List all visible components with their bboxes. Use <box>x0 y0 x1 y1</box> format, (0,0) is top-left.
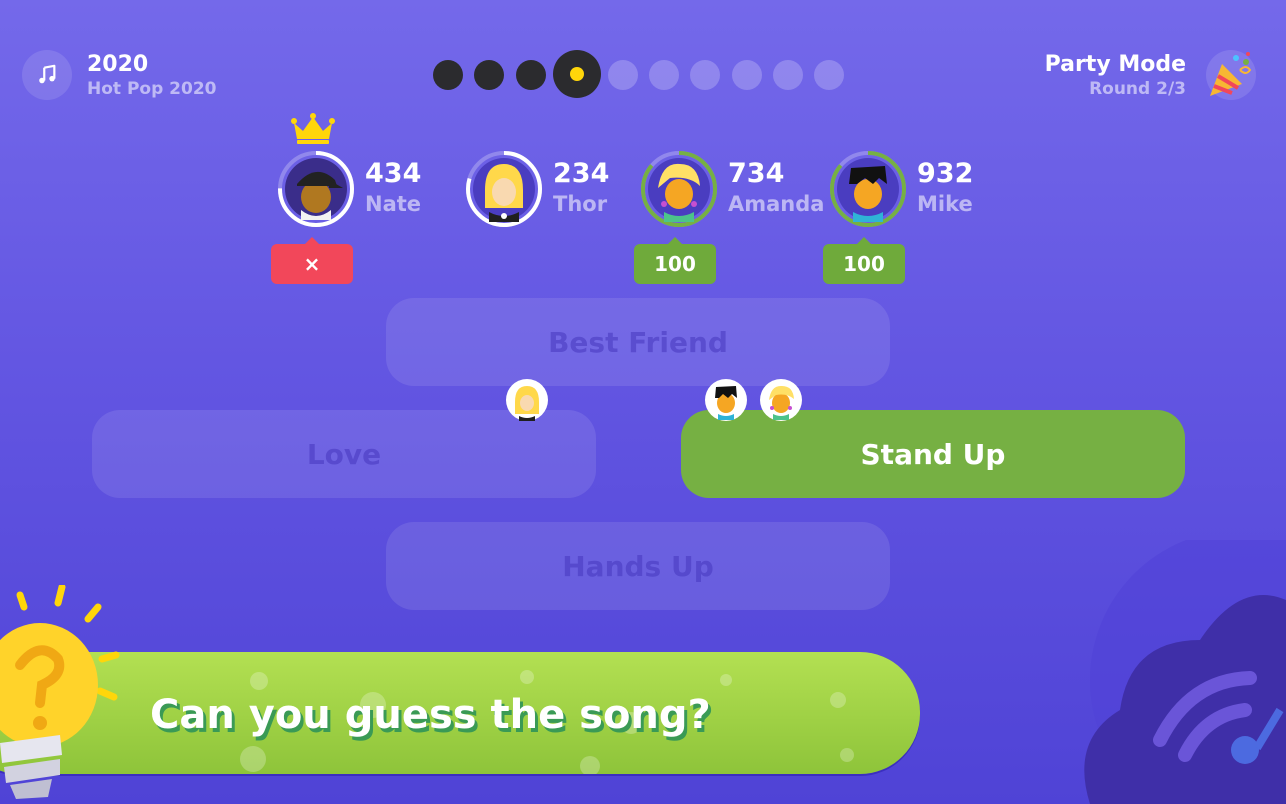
progress-dot <box>433 60 463 90</box>
answer-love[interactable]: Love <box>92 410 596 498</box>
party-button[interactable] <box>1206 50 1256 100</box>
progress-dot <box>732 60 762 90</box>
result-badge-correct: 100 <box>634 237 716 284</box>
player-avatar <box>277 150 355 228</box>
thor-mini-avatar <box>506 379 548 421</box>
answer-stand-up[interactable]: Stand Up <box>681 410 1185 498</box>
round-progress <box>430 50 850 98</box>
party-popper-icon <box>1210 52 1252 96</box>
answer-best-friend[interactable]: Best Friend <box>386 298 890 386</box>
progress-dot <box>814 60 844 90</box>
mike-mini-avatar <box>705 379 747 421</box>
progress-dot <box>474 60 504 90</box>
player-score: 434 <box>365 158 422 189</box>
progress-dot <box>690 60 720 90</box>
progress-dot <box>773 60 803 90</box>
player-score: 234 <box>553 158 610 189</box>
player-name: Amanda <box>728 192 825 216</box>
album-name: Hot Pop 2020 <box>87 79 217 99</box>
prompt-text: Can you guess the song? <box>150 692 711 738</box>
music-button[interactable] <box>22 50 72 100</box>
mode-title: Party Mode <box>1044 52 1186 77</box>
crown-icon <box>291 113 335 144</box>
result-badge-wrong: × <box>271 237 353 284</box>
music-note-icon <box>39 64 56 84</box>
cloud-music-icon <box>1084 540 1286 804</box>
progress-dot <box>649 60 679 90</box>
progress-dot <box>516 60 546 90</box>
mode-round: Round 2/3 <box>1089 79 1186 99</box>
answer-hands-up[interactable]: Hands Up <box>386 522 890 610</box>
player-name: Thor <box>553 192 608 216</box>
progress-dot-current <box>553 50 601 98</box>
progress-dot <box>608 60 638 90</box>
result-badge-correct: 100 <box>823 237 905 284</box>
album-year: 2020 <box>87 52 149 77</box>
player-name: Nate <box>365 192 422 216</box>
player-avatar <box>465 150 543 228</box>
player-avatar <box>640 150 718 228</box>
lightbulb-icon <box>0 585 120 799</box>
player-score: 734 <box>728 158 785 189</box>
player-score: 932 <box>917 158 974 189</box>
player-avatar <box>829 150 907 228</box>
player-name: Mike <box>917 192 973 216</box>
amanda-mini-avatar <box>760 379 802 421</box>
